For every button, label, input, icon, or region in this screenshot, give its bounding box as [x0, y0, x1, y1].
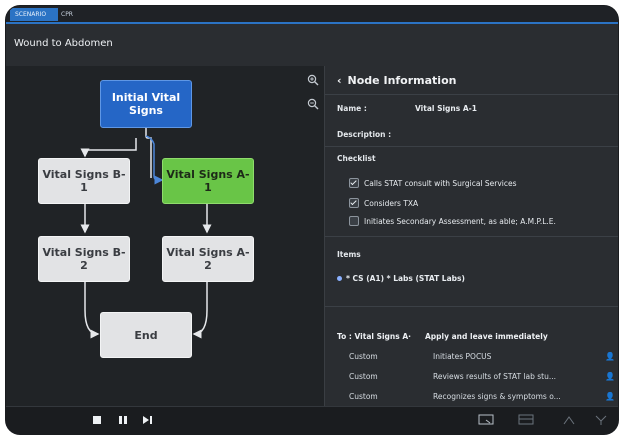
user-icon: 👤	[605, 352, 615, 361]
node-end[interactable]: End	[100, 312, 192, 358]
chevron-left-icon[interactable]: ‹	[337, 74, 342, 87]
checkbox-checked[interactable]	[349, 178, 359, 188]
checkbox-unchecked[interactable]	[349, 216, 359, 226]
divider	[325, 236, 618, 237]
screen-icon[interactable]	[478, 414, 494, 429]
node-vital-signs-a2[interactable]: Vital Signs A-2	[162, 236, 254, 282]
flow-canvas[interactable]: Initial Vital Signs Vital Signs B-1 Vita…	[6, 66, 324, 406]
items-label: Items	[337, 250, 361, 259]
name-value: Vital Signs A-1	[415, 104, 477, 113]
checklist-label: Checklist	[337, 154, 376, 163]
transition-condition: Recognizes signs & symptoms o...	[433, 392, 561, 401]
transition-condition: Initiates POCUS	[433, 352, 492, 361]
transition-row[interactable]: To : Vital Signs A· Apply and leave imme…	[325, 332, 618, 348]
user-icon: 👤	[605, 392, 615, 401]
node-vital-signs-b2[interactable]: Vital Signs B-2	[38, 236, 130, 282]
checklist-item-text: Calls STAT consult with Surgical Service…	[364, 178, 517, 188]
transition-row[interactable]: Custom Initiates POCUS 👤	[325, 352, 618, 368]
description-label: Description :	[337, 130, 392, 139]
tab-bar: SCENARIO CPR	[6, 6, 618, 24]
tab-cpr[interactable]: CPR	[56, 8, 78, 21]
name-label: Name :	[337, 104, 367, 113]
share-icon[interactable]	[562, 414, 576, 429]
checklist-item-text: Initiates Secondary Assessment, as able;…	[364, 216, 556, 226]
zoom-out-icon[interactable]	[306, 98, 320, 112]
checkbox-checked[interactable]	[349, 198, 359, 208]
app-window: SCENARIO CPR Wound to Abdomen Initial Vi…	[6, 6, 618, 434]
playback-bar	[6, 406, 618, 434]
user-icon: 👤	[605, 372, 615, 381]
transition-condition: Reviews results of STAT lab stu...	[433, 372, 557, 381]
node-initial-vital-signs[interactable]: Initial Vital Signs	[100, 80, 192, 128]
transition-type: Custom	[349, 392, 378, 401]
checklist-item[interactable]: Calls STAT consult with Surgical Service…	[349, 178, 517, 188]
node-vital-signs-b1[interactable]: Vital Signs B-1	[38, 158, 130, 204]
scenario-title: Wound to Abdomen	[14, 38, 113, 49]
transition-row[interactable]: Custom Reviews results of STAT lab stu..…	[325, 372, 618, 388]
checklist-item-text: Considers TXA	[364, 198, 419, 208]
transition-type: Custom	[349, 372, 378, 381]
transition-action: Apply and leave immediately	[425, 332, 548, 341]
items-text: * CS (A1) * Labs (STAT Labs)	[346, 274, 465, 283]
checklist-item[interactable]: Considers TXA	[349, 198, 418, 208]
layout-icon[interactable]	[518, 414, 534, 429]
title-bar: Wound to Abdomen	[6, 24, 618, 67]
skip-next-icon[interactable]	[142, 415, 154, 429]
panel-title: Node Information	[347, 74, 457, 87]
graph-icon[interactable]	[594, 414, 608, 429]
tab-scenario[interactable]: SCENARIO	[10, 8, 58, 21]
bullet-icon	[337, 276, 342, 281]
items-list[interactable]: * CS (A1) * Labs (STAT Labs)	[337, 274, 465, 283]
divider	[325, 306, 618, 307]
divider	[325, 94, 618, 95]
panel-header: ‹ Node Information	[337, 74, 456, 87]
node-vital-signs-a1[interactable]: Vital Signs A-1	[162, 158, 254, 204]
zoom-in-icon[interactable]	[306, 74, 320, 88]
divider	[325, 146, 618, 147]
node-information-panel: ‹ Node Information Name : Vital Signs A-1…	[324, 66, 618, 406]
transition-type: Custom	[349, 352, 378, 361]
checklist-item[interactable]: Initiates Secondary Assessment, as able;…	[349, 216, 556, 226]
pause-icon[interactable]	[118, 415, 128, 429]
transition-target: To : Vital Signs A·	[337, 332, 411, 341]
stop-icon[interactable]	[92, 415, 102, 429]
